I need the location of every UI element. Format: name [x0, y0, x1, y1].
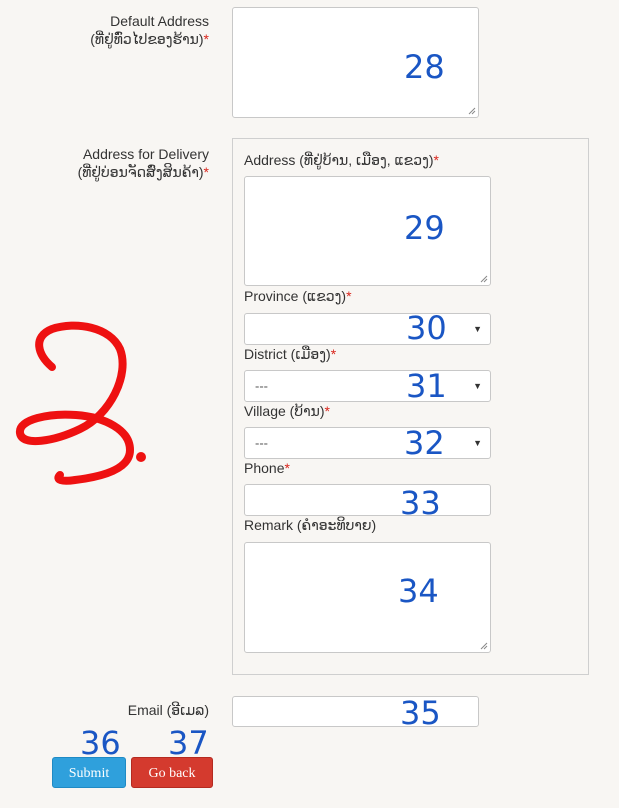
required-mark: * [203, 164, 209, 180]
address-textarea[interactable] [244, 176, 491, 286]
delivery-address-label: Address for Delivery (ທີ່ຢູ່ບ່ອນຈັດສົ່ງສ… [78, 145, 209, 181]
annotation-number: 29 [404, 209, 445, 247]
village-selected-value: --- [255, 435, 268, 451]
default-address-label-lao: (ທີ່ຢູ່ທົ່ວໄປຂອງຮ້ານ)* [90, 31, 209, 47]
chevron-down-icon: ▼ [473, 381, 482, 391]
annotation-number: 37 [168, 724, 209, 762]
delivery-address-label-en: Address for Delivery [82, 146, 209, 162]
default-address-label-en: Default Address [110, 13, 209, 29]
required-mark: * [433, 152, 439, 168]
annotation-number: 34 [398, 572, 439, 610]
district-selected-value: --- [255, 378, 268, 394]
province-select[interactable]: ▼ [244, 313, 491, 345]
village-select[interactable]: --- ▼ [244, 427, 491, 459]
annotation-number: 33 [400, 484, 441, 522]
annotation-number: 35 [400, 694, 441, 732]
resize-grip-icon[interactable] [479, 274, 488, 283]
email-input[interactable] [232, 696, 479, 727]
phone-label: Phone* [244, 460, 290, 476]
district-label: District (ເມືອງ)* [244, 346, 337, 362]
default-address-label: Default Address (ທີ່ຢູ່ທົ່ວໄປຂອງຮ້ານ)* [90, 12, 209, 48]
district-select[interactable]: --- ▼ [244, 370, 491, 402]
required-mark: * [203, 31, 209, 47]
chevron-down-icon: ▼ [473, 438, 482, 448]
annotation-number: 36 [80, 724, 121, 762]
required-mark: * [330, 346, 337, 362]
phone-input[interactable] [244, 484, 491, 516]
remark-label: Remark (ຄຳອະທິບາຍ) [244, 517, 377, 533]
province-label: Province (ແຂວງ)* [244, 288, 352, 304]
annotation-number: 30 [406, 309, 447, 347]
annotation-number: 28 [404, 48, 445, 86]
email-label: Email (ອີເມລ) [127, 702, 209, 718]
remark-textarea[interactable] [244, 542, 491, 653]
required-mark: * [284, 460, 290, 476]
village-label: Village (ບ້ານ)* [244, 403, 330, 419]
chevron-down-icon: ▼ [473, 324, 482, 334]
delivery-address-label-lao: (ທີ່ຢູ່ບ່ອນຈັດສົ່ງສິນຄ້າ)* [77, 164, 209, 180]
required-mark: * [324, 403, 330, 419]
annotation-number: 31 [406, 367, 447, 405]
address-label: Address (ທີ່ຢູ່ບ້ານ, ເມືອງ, ແຂວງ)* [244, 152, 439, 168]
annotation-number: 32 [404, 424, 445, 462]
handwritten-annotation [16, 321, 146, 485]
required-mark: * [346, 288, 352, 304]
resize-grip-icon[interactable] [467, 106, 476, 115]
resize-grip-icon[interactable] [479, 641, 488, 650]
